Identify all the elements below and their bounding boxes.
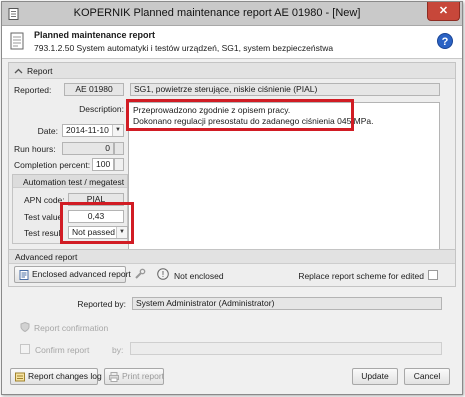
info-icon: ! — [157, 268, 169, 280]
completion-field[interactable]: 100 — [92, 158, 114, 171]
test-values-highlight — [60, 202, 134, 244]
form-title: Planned maintenance report — [34, 30, 156, 40]
reported-code-field: AE 01980 — [64, 83, 124, 96]
report-group-title: Report — [27, 66, 53, 76]
report-changes-log-button[interactable]: Report changes log — [10, 368, 102, 385]
description-highlight — [126, 99, 354, 131]
report-document-icon — [10, 32, 24, 50]
reported-by-field: System Administrator (Administrator) — [132, 297, 442, 310]
form-header: Planned maintenance report 793.1.2.50 Sy… — [2, 26, 462, 59]
print-report-label: Print report — [122, 371, 165, 381]
test-value-label: Test value — [24, 212, 63, 222]
report-confirmation-title: Report confirmation — [34, 323, 109, 333]
advanced-report-title: Advanced report — [15, 252, 78, 262]
confirmation-shield-icon — [20, 322, 30, 332]
replace-scheme-checkbox[interactable] — [428, 270, 438, 280]
svg-text:!: ! — [162, 270, 164, 279]
reported-by-label: Reported by: — [77, 299, 126, 309]
confirmed-by-field — [130, 342, 442, 355]
update-button[interactable]: Update — [352, 368, 398, 385]
close-button[interactable]: ✕ — [427, 2, 460, 21]
run-hours-field: 0 — [62, 142, 114, 155]
completion-label: Completion percent: — [14, 160, 91, 170]
automation-group-title: Automation test / megatest — [23, 177, 125, 187]
advanced-report-header: Advanced report — [9, 250, 455, 264]
reported-label: Reported: — [14, 85, 52, 95]
confirm-report-label: Confirm report — [35, 345, 90, 355]
confirmed-by-label: by: — [112, 345, 124, 355]
date-dropdown-icon[interactable]: ▼ — [112, 125, 123, 136]
collapse-chevron-icon[interactable] — [14, 67, 23, 76]
report-window: KOPERNIK Planned maintenance report AE 0… — [1, 1, 463, 395]
confirm-report-checkbox[interactable] — [20, 344, 30, 354]
wrench-icon[interactable] — [134, 268, 146, 280]
report-changes-log-label: Report changes log — [28, 371, 102, 381]
completion-spin-icon[interactable] — [114, 158, 124, 171]
enclosed-advanced-report-label: Enclosed advanced report — [32, 269, 131, 279]
replace-scheme-label: Replace report scheme for edited — [298, 271, 424, 281]
automation-group-header: Automation test / megatest — [13, 175, 127, 188]
help-icon[interactable]: ? — [437, 33, 453, 49]
description-label: Description: — [79, 104, 124, 114]
run-hours-spin-icon — [114, 142, 124, 155]
test-result-label: Test result — [24, 228, 63, 238]
changes-log-icon — [15, 372, 25, 382]
not-enclosed-text: Not enclosed — [174, 271, 224, 281]
window-title: KOPERNIK Planned maintenance report AE 0… — [73, 7, 361, 19]
enclosed-advanced-report-button[interactable]: Enclosed advanced report — [14, 266, 131, 283]
date-picker[interactable]: 2014-11-10 ▼ — [62, 124, 124, 137]
form-subtitle: 793.1.2.50 System automatyki i testów ur… — [34, 43, 334, 53]
print-report-button[interactable]: Print report — [104, 368, 164, 385]
date-label: Date: — [37, 126, 58, 136]
report-icon — [19, 269, 29, 280]
report-group-header[interactable]: Report — [9, 63, 455, 79]
run-hours-label: Run hours: — [14, 144, 56, 154]
title-bar[interactable]: KOPERNIK Planned maintenance report AE 0… — [2, 2, 462, 26]
reported-name-field: SG1, powietrze sterujące, niskie ciśnien… — [130, 83, 440, 96]
apn-code-label: APN code: — [24, 195, 65, 205]
date-value: 2014-11-10 — [66, 125, 109, 135]
printer-icon — [109, 371, 119, 382]
cancel-button[interactable]: Cancel — [404, 368, 450, 385]
